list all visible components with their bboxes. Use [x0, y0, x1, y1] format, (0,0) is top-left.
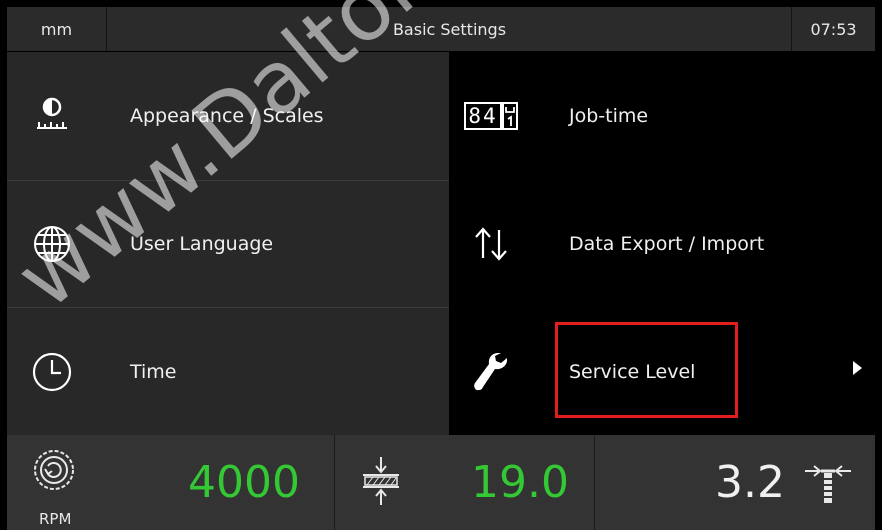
job-time-counter-icon: 84: [449, 52, 533, 180]
chevron-right-icon[interactable]: [853, 361, 862, 375]
user-language-label: User Language: [130, 233, 274, 255]
saw-blade-icon: [31, 447, 77, 497]
menu-item-job-time[interactable]: 84 Job-time: [449, 52, 875, 180]
title-bar: mm Basic Settings 07:53: [7, 7, 875, 51]
wrench-icon: [449, 308, 533, 435]
rpm-panel[interactable]: 4000 RPM 4000: [7, 435, 335, 530]
time-label: Time: [130, 360, 177, 383]
unit-indicator[interactable]: mm: [7, 7, 107, 51]
material-thickness-icon: [361, 455, 401, 513]
menu-item-appearance-scales[interactable]: Appearance / Scales: [7, 52, 449, 180]
feed-panel[interactable]: 19.0: [335, 435, 595, 530]
selection-highlight: [555, 322, 738, 418]
cut-depth-icon: [803, 461, 853, 509]
depth-value: 3.2: [715, 457, 785, 508]
clock-icon: [7, 308, 97, 435]
menu-item-user-language[interactable]: User Language: [7, 181, 449, 307]
job-time-counter-digits: 84: [464, 102, 502, 130]
feed-value: 19.0: [471, 457, 569, 508]
menu-item-data-export-import[interactable]: Data Export / Import: [449, 181, 875, 307]
status-bar: 4000 RPM 4000 19.0 3.2: [7, 435, 875, 530]
contrast-scale-icon: [7, 52, 97, 180]
data-export-import-label: Data Export / Import: [569, 233, 765, 255]
rpm-value: 4000: [188, 457, 300, 508]
clock: 07:53: [791, 7, 875, 51]
rpm-unit-label: RPM: [39, 510, 72, 528]
depth-panel[interactable]: 3.2: [595, 435, 875, 530]
job-time-label: Job-time: [569, 105, 649, 127]
globe-icon: [7, 181, 97, 307]
up-down-arrows-icon: [449, 181, 533, 307]
page-title: Basic Settings: [392, 19, 507, 39]
appearance-scales-label: Appearance / Scales: [130, 105, 324, 127]
menu-item-time[interactable]: Time: [7, 308, 449, 435]
